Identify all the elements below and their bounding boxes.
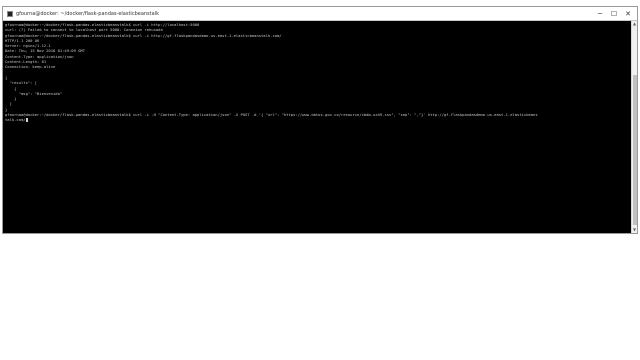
terminal-cursor (25, 117, 29, 122)
title-bar[interactable]: gfourna@docker: ~/docker/flask-pandas-el… (3, 7, 637, 21)
window-controls: ─ ☐ ✕ (593, 7, 635, 20)
close-icon[interactable]: ✕ (621, 7, 635, 20)
scroll-up-icon[interactable]: ▲ (632, 21, 637, 27)
terminal-window: gfourna@docker: ~/docker/flask-pandas-el… (2, 6, 638, 234)
maximize-icon[interactable]: ☐ (607, 7, 621, 20)
vertical-scrollbar[interactable]: ▲ ▼ (631, 21, 637, 233)
terminal-output[interactable]: gfournaa@docker:~/docker/flask-pandas-el… (3, 21, 631, 233)
terminal-line: gfournaa@docker:~/docker/flask-pandas-el… (5, 112, 538, 118)
terminal-app-icon (7, 10, 13, 17)
scroll-down-icon[interactable]: ▼ (632, 227, 637, 233)
window-title: gfourna@docker: ~/docker/flask-pandas-el… (16, 10, 159, 17)
terminal-prompt-line[interactable]: talk.com/ (5, 117, 629, 122)
scrollbar-thumb[interactable] (632, 75, 637, 225)
terminal-line-text: talk.com/ (5, 117, 26, 123)
minimize-icon[interactable]: ─ (593, 7, 607, 20)
